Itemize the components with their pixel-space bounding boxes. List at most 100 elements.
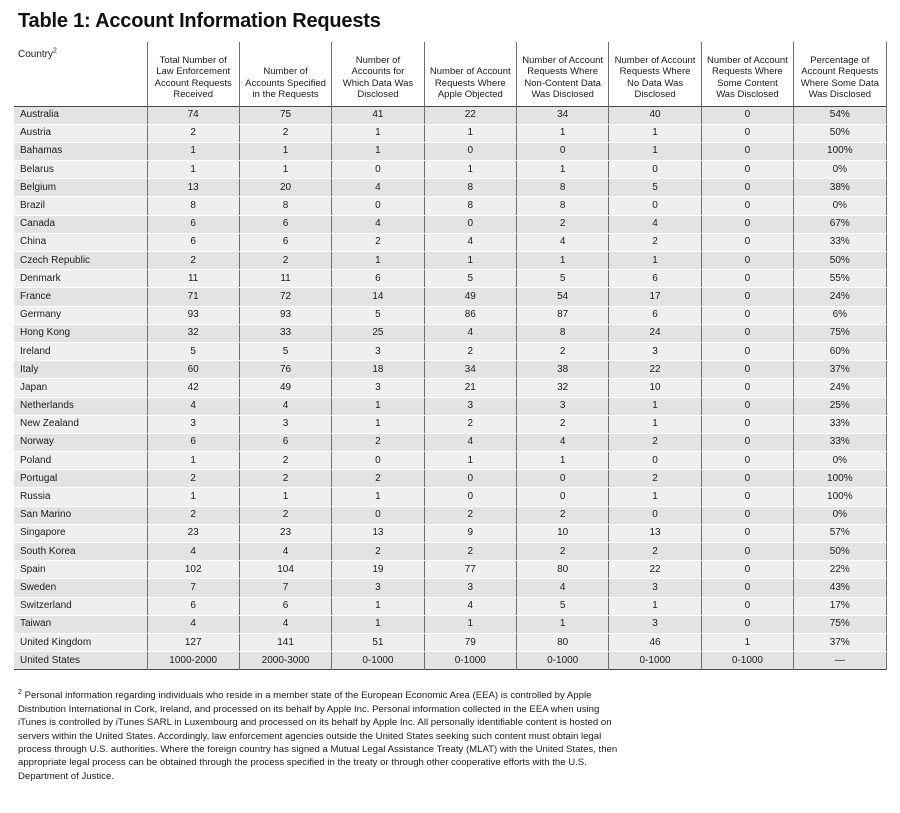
cell-value: 54 [516, 287, 610, 307]
cell-value: 2000-3000 [239, 651, 333, 670]
cell-value: 0 [608, 451, 702, 471]
table-header: Country2 Total Number of Law Enforcement… [14, 42, 887, 106]
cell-value: 100% [793, 142, 887, 162]
table-row: Bahamas 1 1 1 0 0 1 0 100% [14, 142, 887, 162]
cell-value: 0% [793, 196, 887, 216]
cell-value: 0 [424, 487, 518, 507]
table-row: United States 1000-2000 2000-3000 0-1000 0-1… [14, 651, 887, 670]
cell-value: 1 [516, 251, 610, 271]
column-header-some-content-disclosed: Number of Account Requests Where Some Co… [701, 42, 795, 106]
cell-value: 1 [608, 597, 702, 616]
cell-value: 1 [147, 142, 240, 162]
cell-value: 37% [793, 360, 887, 380]
cell-value: 0 [701, 615, 795, 634]
cell-value: 0 [608, 196, 702, 216]
cell-value: 19 [331, 560, 425, 580]
cell-country: Austria [14, 124, 148, 143]
cell-value: 4 [424, 433, 518, 453]
cell-value: 11 [239, 269, 333, 289]
cell-country: Denmark [14, 269, 148, 289]
cell-value: 8 [516, 178, 610, 198]
table-row: Czech Republic 2 2 1 1 1 1 0 50% [14, 251, 887, 271]
table-row: San Marino 2 2 0 2 2 0 0 0% [14, 506, 887, 525]
column-header-no-data-disclosed: Number of Account Requests Where No Data… [608, 42, 702, 106]
cell-value: 76 [239, 360, 333, 380]
table-row: Russia 1 1 1 0 0 1 0 100% [14, 487, 887, 507]
cell-value: 0% [793, 160, 887, 180]
cell-value: 38% [793, 178, 887, 198]
cell-value: 2 [239, 251, 333, 271]
cell-value: 2 [608, 542, 702, 562]
cell-value: 1 [424, 160, 518, 180]
table-row: France 71 72 14 49 54 17 0 24% [14, 287, 887, 307]
cell-value: 3 [239, 415, 333, 434]
cell-value: 6 [331, 269, 425, 289]
cell-value: 0 [701, 142, 795, 162]
cell-value: 4 [239, 397, 333, 416]
cell-value: 24% [793, 287, 887, 307]
cell-value: 2 [516, 415, 610, 434]
column-header-accounts-specified: Number of Accounts Specified in the Requ… [239, 42, 333, 106]
cell-value: 1 [331, 615, 425, 634]
cell-value: 2 [331, 233, 425, 253]
cell-country: Switzerland [14, 597, 148, 616]
cell-value: 1 [331, 397, 425, 416]
cell-value: 2 [239, 124, 333, 143]
table-row: Italy 60 76 18 34 38 22 0 37% [14, 360, 887, 380]
cell-value: 57% [793, 524, 887, 544]
cell-value: 2 [147, 251, 240, 271]
cell-country: Belarus [14, 160, 148, 180]
table-row: Singapore 23 23 13 9 10 13 0 57% [14, 524, 887, 544]
cell-country: China [14, 233, 148, 253]
cell-value: 22% [793, 560, 887, 580]
table-row: Belarus 1 1 0 1 1 0 0 0% [14, 160, 887, 180]
cell-value: 0% [793, 451, 887, 471]
cell-value: 4 [608, 215, 702, 234]
cell-value: 43% [793, 578, 887, 598]
cell-value: 50% [793, 124, 887, 143]
cell-value: 13 [331, 524, 425, 544]
cell-value: 0 [701, 451, 795, 471]
table-row: Canada 6 6 4 0 2 4 0 67% [14, 215, 887, 234]
cell-value: 6 [147, 233, 240, 253]
cell-country: Norway [14, 433, 148, 453]
cell-value: 49 [239, 378, 333, 398]
cell-value: 8 [239, 196, 333, 216]
cell-country: Sweden [14, 578, 148, 598]
cell-value: 1 [608, 251, 702, 271]
cell-value: 2 [608, 233, 702, 253]
cell-value: 6 [239, 433, 333, 453]
cell-value: 1 [424, 615, 518, 634]
cell-value: 33% [793, 233, 887, 253]
cell-value: 7 [239, 578, 333, 598]
cell-value: 1 [239, 142, 333, 162]
cell-country: Brazil [14, 196, 148, 216]
cell-value: 40 [608, 106, 702, 125]
cell-value: 13 [608, 524, 702, 544]
table-row: Portugal 2 2 2 0 0 2 0 100% [14, 469, 887, 489]
cell-value: 1 [608, 142, 702, 162]
cell-country: San Marino [14, 506, 148, 525]
cell-value: 1 [424, 124, 518, 143]
cell-value: 1 [516, 124, 610, 143]
cell-value: 0 [701, 324, 795, 343]
cell-value: 3 [331, 578, 425, 598]
cell-value: 72 [239, 287, 333, 307]
cell-value: 34 [516, 106, 610, 125]
cell-value: 0 [701, 469, 795, 489]
cell-value: 54% [793, 106, 887, 125]
cell-value: 1 [516, 615, 610, 634]
cell-value: 2 [424, 542, 518, 562]
cell-value: 67% [793, 215, 887, 234]
cell-value: 0 [701, 378, 795, 398]
cell-country: South Korea [14, 542, 148, 562]
cell-value: 0-1000 [608, 651, 702, 670]
cell-value: 0 [701, 433, 795, 453]
table-row: Austria 2 2 1 1 1 1 0 50% [14, 124, 887, 143]
cell-value: 1 [331, 142, 425, 162]
table-row: China 6 6 2 4 4 2 0 33% [14, 233, 887, 253]
cell-value: 1 [608, 487, 702, 507]
cell-value: 75 [239, 106, 333, 125]
cell-country: Portugal [14, 469, 148, 489]
table-row: United Kingdom 127 141 51 79 80 46 1 37% [14, 633, 887, 653]
